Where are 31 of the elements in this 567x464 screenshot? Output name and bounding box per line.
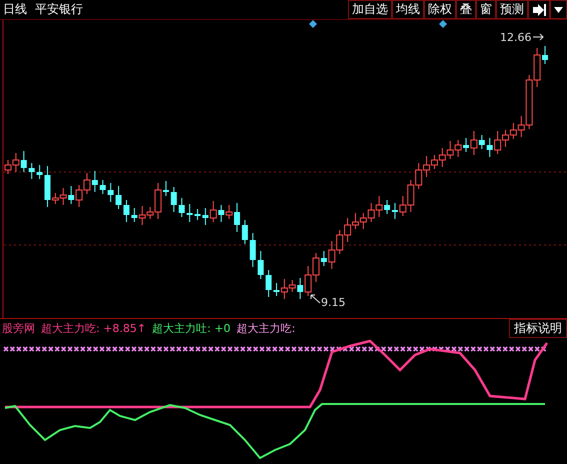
toolbar-button[interactable]: 预测 xyxy=(496,0,528,19)
diamond-marker-icon xyxy=(309,20,317,28)
candlestick xyxy=(100,180,106,194)
period-label: 日线 xyxy=(3,1,27,18)
indicator-help-button[interactable]: 指标说明 xyxy=(509,319,567,338)
candlestick xyxy=(250,232,256,268)
stock-name: 平安银行 xyxy=(35,1,83,18)
candlestick xyxy=(186,204,193,222)
toolbar-button[interactable]: 除权 xyxy=(424,0,456,19)
arrow-icon xyxy=(310,294,320,304)
toolbar-button[interactable]: 均线 xyxy=(392,0,424,19)
low-price-label: 9.15 xyxy=(321,296,346,309)
toolbar-button[interactable]: 加自选 xyxy=(348,0,392,19)
candlestick xyxy=(108,182,114,202)
collapse-button[interactable] xyxy=(528,0,550,19)
toolbar-button[interactable]: 窗 xyxy=(476,0,496,19)
caret-icon xyxy=(554,6,563,12)
candlestick xyxy=(170,186,177,212)
candlestick xyxy=(28,162,35,180)
collapse-icon xyxy=(532,4,546,16)
high-price-label: 12.66 xyxy=(500,31,532,44)
candlestick xyxy=(178,198,185,218)
indicator-reading: 超大主力吐: +0 xyxy=(152,321,231,336)
indicator-reading: 超大主力吃: xyxy=(236,321,296,336)
indicator-name: 股旁网 xyxy=(2,321,35,336)
toolbar-button[interactable]: 叠 xyxy=(456,0,476,19)
indicator-reading: 超大主力吃: +8.85↑ xyxy=(41,321,146,336)
candlestick xyxy=(258,250,264,280)
candlestick xyxy=(266,270,272,298)
arrow-icon xyxy=(532,34,544,40)
dropdown-button[interactable] xyxy=(550,0,567,19)
